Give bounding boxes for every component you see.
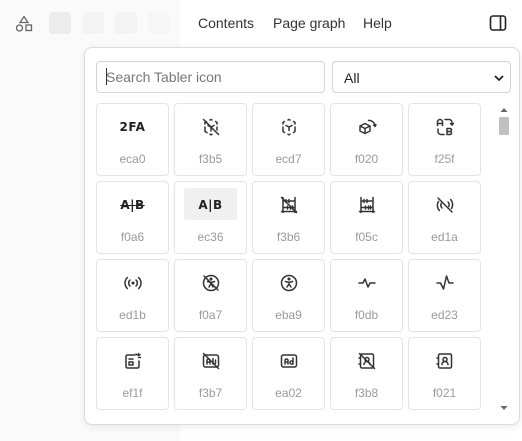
icon-code: f021 <box>432 386 457 400</box>
activity-heartbeat-icon <box>358 278 376 288</box>
icon-code: ed23 <box>431 308 458 322</box>
access-point-off-icon <box>436 197 454 213</box>
icon-code: f3b6 <box>276 230 301 244</box>
shapes-icon[interactable] <box>15 15 33 33</box>
icon-cell[interactable]: f25f <box>408 103 481 176</box>
3d-cube-sphere-off-icon <box>202 118 220 136</box>
3d-cube-sphere-icon <box>282 118 296 136</box>
search-input[interactable] <box>96 61 325 93</box>
icon-cell[interactable]: 2FA eca0 <box>96 103 169 176</box>
icon-cell[interactable]: A|B ec36 <box>174 181 247 254</box>
icon-code: f3b5 <box>198 152 223 166</box>
icon-code: f020 <box>354 152 379 166</box>
activity-icon <box>436 275 454 290</box>
abacus-off-icon <box>280 196 298 214</box>
a-b-icon: A|B <box>198 198 223 212</box>
address-book-off-icon <box>358 352 376 370</box>
top-navigation: Contents Page graph Help <box>182 0 522 46</box>
scroll-thumb[interactable] <box>499 117 509 135</box>
icon-cell[interactable]: ecd7 <box>252 103 325 176</box>
sidebar-toggle-icon[interactable] <box>489 14 507 32</box>
icon-cell[interactable]: f021 <box>408 337 481 410</box>
nav-help[interactable]: Help <box>363 15 392 31</box>
nav-contents[interactable]: Contents <box>198 15 254 31</box>
scroll-down-arrow-icon[interactable] <box>499 403 509 413</box>
accessible-icon <box>280 274 298 292</box>
icon-cell[interactable]: f05c <box>330 181 403 254</box>
filter-selected-value: All <box>344 70 360 86</box>
3d-rotate-icon <box>359 119 377 135</box>
address-book-icon <box>436 353 453 369</box>
icon-code: f0a7 <box>198 308 223 322</box>
a-b-off-icon: A|B <box>120 198 145 212</box>
icon-code: f3b8 <box>354 386 379 400</box>
icon-cell[interactable]: ed23 <box>408 259 481 332</box>
toolbar-button-blurred[interactable] <box>49 12 71 34</box>
toolbar-button-blurred[interactable] <box>82 12 104 34</box>
icon-cell[interactable]: A|B f0a6 <box>96 181 169 254</box>
icon-code: f0a6 <box>120 230 145 244</box>
icon-cell[interactable]: f3b6 <box>252 181 325 254</box>
toolbar-button-blurred[interactable] <box>115 12 137 34</box>
icon-cell[interactable]: f0a7 <box>174 259 247 332</box>
icon-code: eca0 <box>119 152 146 166</box>
icon-code: ed1a <box>431 230 458 244</box>
icon-cell[interactable]: f0db <box>330 259 403 332</box>
icon-cell[interactable]: ed1b <box>96 259 169 332</box>
icon-cell[interactable]: ef1f <box>96 337 169 410</box>
icon-code: f05c <box>355 230 378 244</box>
icon-filter-select[interactable]: All <box>332 61 511 93</box>
abacus-icon <box>358 196 376 214</box>
icon-code: f25f <box>434 152 455 166</box>
ad-icon <box>280 354 298 368</box>
icon-cell[interactable]: ea02 <box>252 337 325 410</box>
ad-2-icon <box>125 352 142 369</box>
text-caret <box>106 68 107 85</box>
access-point-icon <box>124 276 142 290</box>
nav-page-graph[interactable]: Page graph <box>273 15 345 31</box>
icon-cell[interactable]: f3b7 <box>174 337 247 410</box>
icon-code: ecd7 <box>275 152 302 166</box>
icon-cell[interactable]: eba9 <box>252 259 325 332</box>
toolbar-button-blurred[interactable] <box>148 12 170 34</box>
icon-code: ef1f <box>122 386 143 400</box>
scroll-up-arrow-icon[interactable] <box>499 105 509 115</box>
ad-off-icon <box>202 352 220 370</box>
chevron-down-icon <box>494 75 504 82</box>
2fa-icon: 2FA <box>119 120 146 134</box>
icon-picker-popover: All 2FA eca0 f3b5 ecd7 <box>84 47 520 425</box>
icon-code: ea02 <box>275 386 302 400</box>
grid-scrollbar[interactable] <box>497 103 511 415</box>
icon-code: eba9 <box>275 308 302 322</box>
icon-cell[interactable]: f3b8 <box>330 337 403 410</box>
icon-cell[interactable]: ed1a <box>408 181 481 254</box>
icon-code: f0db <box>354 308 379 322</box>
accessible-off-icon <box>202 274 220 292</box>
a-b-2-icon <box>436 118 455 136</box>
icon-code: ed1b <box>119 308 146 322</box>
icon-cell[interactable]: f020 <box>330 103 403 176</box>
icon-code: ec36 <box>197 230 224 244</box>
icon-cell[interactable]: f3b5 <box>174 103 247 176</box>
icon-code: f3b7 <box>198 386 223 400</box>
icon-grid: 2FA eca0 f3b5 ecd7 f020 f25f A|B f0a6 A|… <box>96 103 486 415</box>
